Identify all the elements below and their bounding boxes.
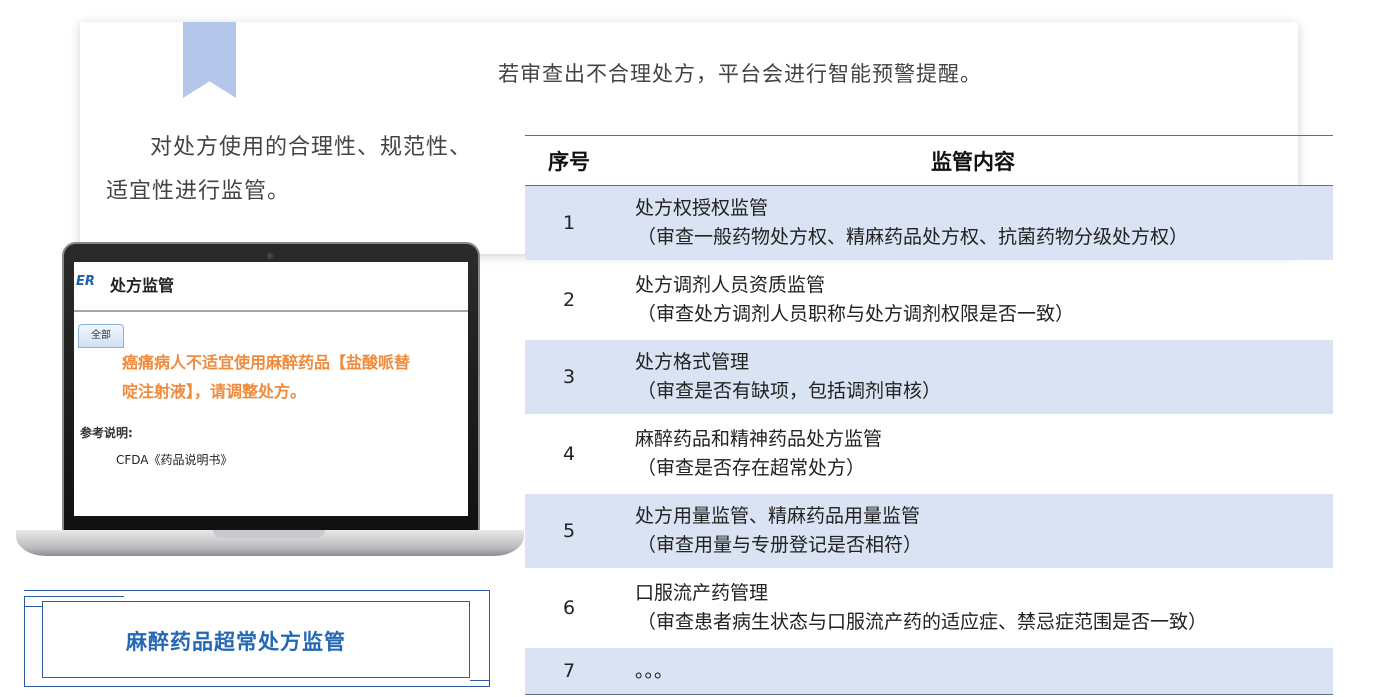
row-num: 2 xyxy=(562,289,576,311)
row-detail: （审查一般药物处方权、精麻药品处方权、抗菌药物分级处方权） xyxy=(637,226,1189,248)
table-header: 序号 监管内容 xyxy=(525,136,1333,186)
row-num: 4 xyxy=(562,443,576,465)
table-row: 7 。。。 xyxy=(525,648,1333,695)
laptop-notch xyxy=(213,530,325,538)
row-detail: （审查处方调剂人员职称与处方调剂权限是否一致） xyxy=(637,303,1075,325)
app-title: 处方监管 xyxy=(110,276,175,295)
reference-label: 参考说明: xyxy=(80,426,133,440)
frame-line xyxy=(24,606,42,607)
frame-line xyxy=(24,686,490,687)
header-content: 监管内容 xyxy=(931,149,1015,174)
row-detail: （审查是否有缺项，包括调剂审核） xyxy=(637,380,942,402)
row-num: 1 xyxy=(562,212,576,234)
row-detail: （审查是否存在超常处方） xyxy=(637,457,866,479)
row-detail: （审查用量与专册登记是否相符） xyxy=(637,534,923,556)
table-row: 2 处方调剂人员资质监管 （审查处方调剂人员职称与处方调剂权限是否一致） xyxy=(525,263,1333,337)
row-title: 处方用量监管、精麻药品用量监管 xyxy=(635,505,921,527)
reference-value: CFDA《药品说明书》 xyxy=(116,453,233,467)
caption-label: 麻醉药品超常处方监管 xyxy=(126,630,346,654)
row-detail: （审查患者病生状态与口服流产药的适应症、禁忌症范围是否一致） xyxy=(637,611,1208,633)
frame-line xyxy=(489,590,490,686)
intro-statement: 对处方使用的合理性、规范性、适宜性进行监管。 xyxy=(106,135,473,204)
camera-icon xyxy=(267,253,273,259)
laptop-screen: ER 处方监管 全部 癌痛病人不适宜使用麻醉药品【盐酸哌替啶注射液】，请调整处方… xyxy=(74,262,468,516)
row-num: 5 xyxy=(562,520,576,542)
row-num: 7 xyxy=(562,660,576,682)
row-title: 口服流产药管理 xyxy=(635,582,769,604)
app-logo-icon: ER xyxy=(76,274,95,289)
row-num: 6 xyxy=(562,597,576,619)
row-title: 麻醉药品和精神药品处方监管 xyxy=(635,428,883,450)
frame-line xyxy=(470,680,490,681)
row-num: 3 xyxy=(562,366,576,388)
table-row: 5 处方用量监管、精麻药品用量监管 （审查用量与专册登记是否相符） xyxy=(525,494,1333,568)
supervision-table: 序号 监管内容 1 处方权授权监管 （审查一般药物处方权、精麻药品处方权、抗菌药… xyxy=(525,135,1333,695)
table-row: 1 处方权授权监管 （审查一般药物处方权、精麻药品处方权、抗菌药物分级处方权） xyxy=(525,186,1333,260)
warning-statement: 若审查出不合理处方，平台会进行智能预警提醒。 xyxy=(498,62,982,86)
table-row: 4 麻醉药品和精神药品处方监管 （审查是否存在超常处方） xyxy=(525,417,1333,491)
row-title: 处方调剂人员资质监管 xyxy=(635,274,826,296)
row-title: 处方格式管理 xyxy=(635,351,750,373)
table-row: 6 口服流产药管理 （审查患者病生状态与口服流产药的适应症、禁忌症范围是否一致） xyxy=(525,571,1333,645)
app-header: ER 处方监管 xyxy=(74,262,468,312)
frame-line xyxy=(24,596,124,597)
table-row: 3 处方格式管理 （审查是否有缺项，包括调剂审核） xyxy=(525,340,1333,414)
row-title: 处方权授权监管 xyxy=(635,197,769,219)
frame-line xyxy=(24,596,25,686)
frame-line xyxy=(24,590,490,591)
alert-message: 癌痛病人不适宜使用麻醉药品【盐酸哌替啶注射液】，请调整处方。 xyxy=(122,353,411,401)
header-num: 序号 xyxy=(548,149,590,174)
row-title: 。。。 xyxy=(635,659,674,682)
tab-all[interactable]: 全部 xyxy=(78,324,124,348)
